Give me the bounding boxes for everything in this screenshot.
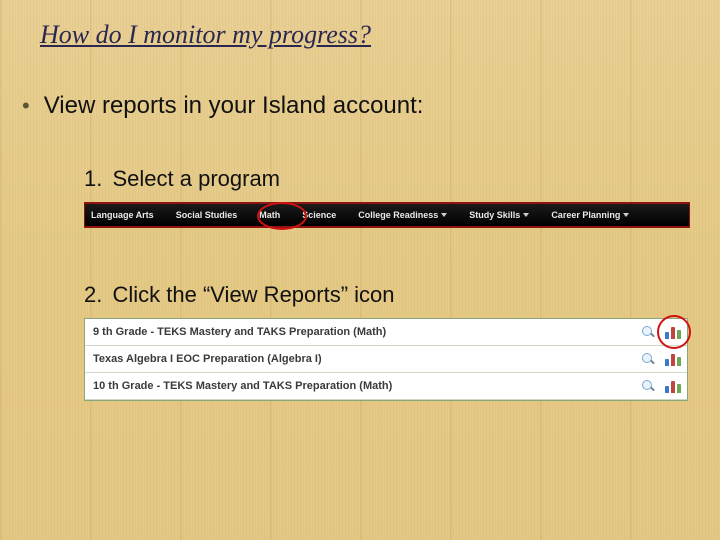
magnify-icon[interactable] <box>641 325 655 339</box>
program-tab-science[interactable]: Science <box>302 210 336 220</box>
magnify-icon[interactable] <box>641 379 655 393</box>
program-tab-label: Social Studies <box>176 210 238 220</box>
step-1: 1. Select a program Language Arts Social… <box>84 166 720 228</box>
program-nav: Language Arts Social Studies Math Scienc… <box>85 204 689 226</box>
program-tab-label: Career Planning <box>551 210 620 220</box>
bullet-text: View reports in your Island account: <box>44 92 424 120</box>
step-1-line: 1. Select a program <box>84 166 720 192</box>
step-2: 2. Click the “View Reports” icon 9 th Gr… <box>84 282 720 401</box>
report-row: 10 th Grade - TEKS Mastery and TAKS Prep… <box>85 373 687 400</box>
program-tab-label: Math <box>259 210 280 220</box>
program-tab-label: Study Skills <box>469 210 520 220</box>
report-row-label: Texas Algebra I EOC Preparation (Algebra… <box>93 353 322 365</box>
report-row-label: 9 th Grade - TEKS Mastery and TAKS Prepa… <box>93 326 386 338</box>
report-row-actions <box>641 325 681 339</box>
step-2-number: 2. <box>84 282 102 307</box>
chevron-down-icon <box>441 213 447 217</box>
program-nav-bar: Language Arts Social Studies Math Scienc… <box>84 202 690 228</box>
program-tab-label: Language Arts <box>91 210 154 220</box>
bullet-marker: • <box>22 92 30 120</box>
program-tab-label: Science <box>302 210 336 220</box>
report-row: Texas Algebra I EOC Preparation (Algebra… <box>85 346 687 373</box>
slide-title: How do I monitor my progress? <box>40 16 720 50</box>
chevron-down-icon <box>523 213 529 217</box>
bullet-row: • View reports in your Island account: <box>22 92 720 120</box>
magnify-icon[interactable] <box>641 352 655 366</box>
report-row-actions <box>641 352 681 366</box>
report-row-actions <box>641 379 681 393</box>
program-tab-study-skills[interactable]: Study Skills <box>469 210 529 220</box>
step-2-line: 2. Click the “View Reports” icon <box>84 282 720 308</box>
program-tab-career-planning[interactable]: Career Planning <box>551 210 629 220</box>
bar-chart-icon[interactable] <box>665 325 681 339</box>
program-tab-social-studies[interactable]: Social Studies <box>176 210 238 220</box>
program-tab-college-readiness[interactable]: College Readiness <box>358 210 447 220</box>
program-tab-label: College Readiness <box>358 210 438 220</box>
step-1-number: 1. <box>84 166 102 191</box>
slide: How do I monitor my progress? • View rep… <box>0 0 720 540</box>
program-tab-language-arts[interactable]: Language Arts <box>91 210 154 220</box>
bar-chart-icon[interactable] <box>665 379 681 393</box>
step-1-text: Select a program <box>112 166 280 191</box>
step-2-text: Click the “View Reports” icon <box>112 282 394 307</box>
bar-chart-icon[interactable] <box>665 352 681 366</box>
chevron-down-icon <box>623 213 629 217</box>
report-row: 9 th Grade - TEKS Mastery and TAKS Prepa… <box>85 319 687 346</box>
report-row-label: 10 th Grade - TEKS Mastery and TAKS Prep… <box>93 380 392 392</box>
reports-list: 9 th Grade - TEKS Mastery and TAKS Prepa… <box>84 318 688 401</box>
program-tab-math[interactable]: Math <box>259 210 280 220</box>
